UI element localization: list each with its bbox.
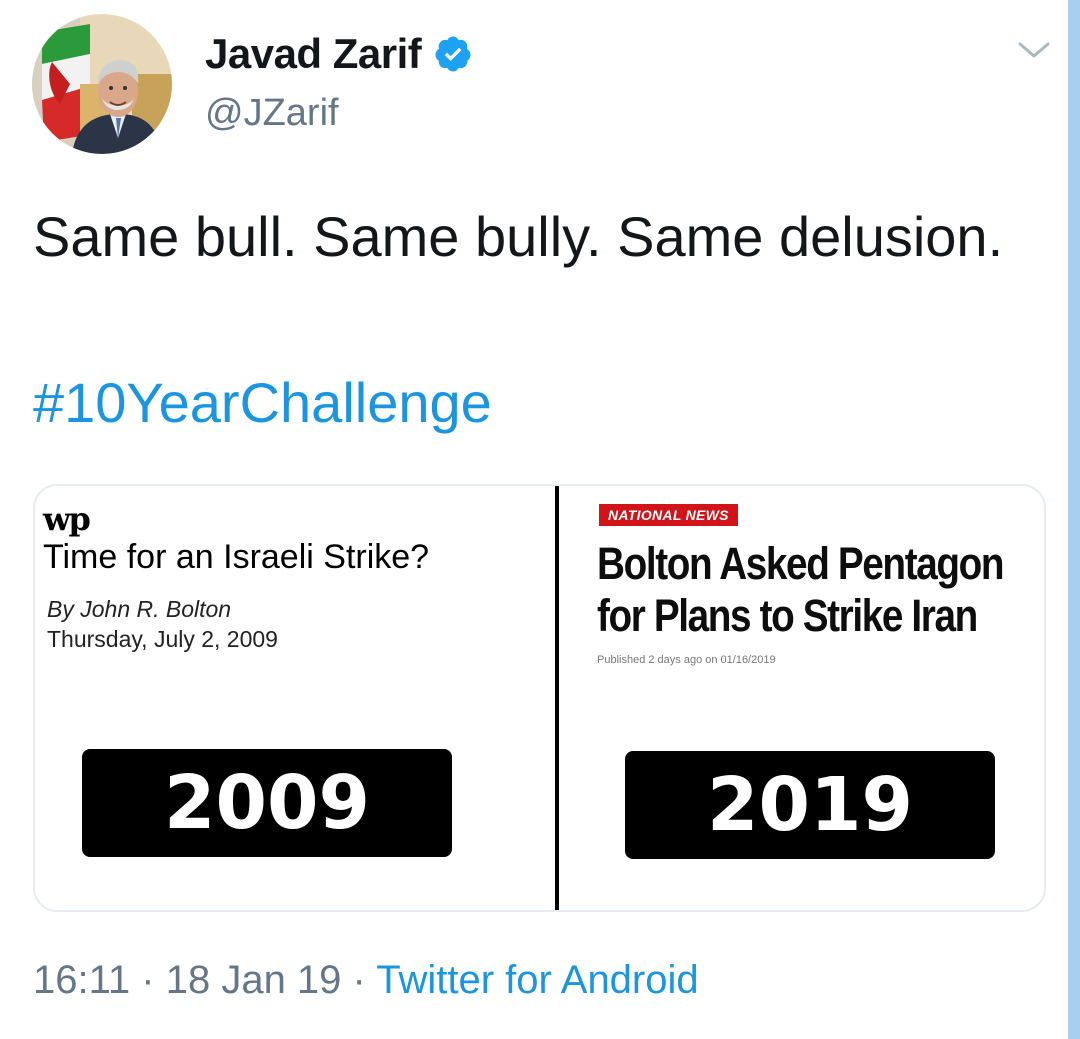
- right-headline-line1: Bolton Asked Pentagon: [597, 538, 1005, 589]
- left-byline: By John R. Bolton: [47, 596, 232, 622]
- author-handle[interactable]: @JZarif: [205, 92, 339, 135]
- right-headline: Bolton Asked Pentagon for Plans to Strik…: [597, 538, 1005, 642]
- avatar[interactable]: [32, 14, 172, 154]
- media-panel-2019: NATIONAL NEWS Bolton Asked Pentagon for …: [559, 486, 1044, 910]
- left-date: Thursday, July 2, 2009: [47, 626, 278, 652]
- meta-separator: ·: [141, 958, 155, 1002]
- tweet-source-link[interactable]: Twitter for Android: [376, 958, 698, 1002]
- year-badge-2019: 2019: [625, 751, 995, 859]
- meta-separator: ·: [352, 958, 366, 1002]
- tweet-media-image[interactable]: wp Time for an Israeli Strike? By John R…: [33, 484, 1046, 912]
- right-headline-line2: for Plans to Strike Iran: [597, 590, 978, 641]
- media-panel-2009: wp Time for an Israeli Strike? By John R…: [35, 486, 555, 910]
- author-display-name[interactable]: Javad Zarif: [205, 30, 422, 78]
- scrollbar-track: [1068, 0, 1080, 1039]
- national-news-tag: NATIONAL NEWS: [599, 504, 738, 526]
- chevron-down-icon[interactable]: [1016, 36, 1052, 64]
- wp-logo: wp: [43, 500, 91, 538]
- verified-badge-icon: [433, 34, 473, 74]
- tweet-text: Same bull. Same bully. Same delusion.: [33, 205, 1004, 268]
- year-badge-2009: 2009: [82, 749, 452, 857]
- tweet-date[interactable]: 18 Jan 19: [166, 958, 342, 1002]
- hashtag-link[interactable]: #10YearChallenge: [33, 362, 492, 444]
- tweet-time[interactable]: 16:11: [33, 958, 130, 1002]
- right-published: Published 2 days ago on 01/16/2019: [597, 654, 776, 666]
- left-headline: Time for an Israeli Strike?: [43, 538, 430, 576]
- author-name-row[interactable]: Javad Zarif: [205, 26, 473, 82]
- tweet-meta: 16:11 · 18 Jan 19 · Twitter for Android: [33, 958, 699, 1003]
